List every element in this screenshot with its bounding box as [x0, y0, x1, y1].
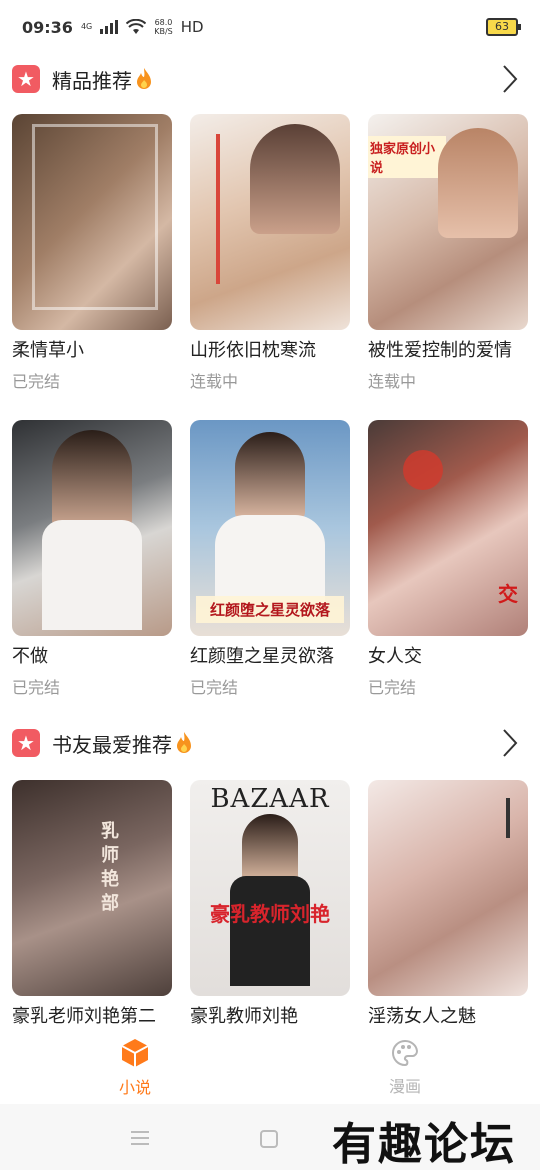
cover-text: 豪乳教师刘艳	[210, 902, 330, 926]
book-status: 已完结	[190, 678, 239, 697]
chevron-right-icon[interactable]	[500, 64, 520, 94]
section-header-featured: ★ 精品推荐	[0, 54, 540, 104]
book-cover[interactable]	[190, 114, 350, 330]
menu-icon[interactable]	[130, 1130, 150, 1146]
novel-cube-icon	[121, 1039, 149, 1067]
battery-icon: 63	[486, 18, 521, 36]
home-icon[interactable]	[260, 1130, 278, 1148]
book-cover[interactable]: 交	[368, 420, 528, 636]
cover-text: 乳师艳部	[101, 821, 119, 914]
net-speed-value: 68.0	[154, 18, 173, 27]
book-card[interactable]: 淫荡女人之魅	[368, 780, 528, 1028]
section-header-favorites: ★ 书友最爱推荐	[0, 718, 540, 768]
nav-label: 漫画	[388, 1077, 421, 1096]
book-title: 女人交	[368, 646, 422, 667]
book-card[interactable]: 红颜堕之星灵欲落 红颜堕之星灵欲落 已完结	[190, 420, 350, 698]
book-title: 不做	[12, 646, 48, 667]
book-cover[interactable]	[12, 420, 172, 636]
book-cover[interactable]: BAZAAR 豪乳教师刘艳	[190, 780, 350, 996]
book-title: 淫荡女人之魅	[368, 1006, 476, 1027]
signal-icon	[100, 20, 119, 34]
book-status: 已完结	[12, 678, 61, 697]
book-card[interactable]: 不做 已完结	[12, 420, 172, 698]
book-status: 连载中	[190, 372, 239, 391]
star-icon: ★	[12, 65, 40, 93]
book-cover[interactable]	[12, 114, 172, 330]
cover-text: 红颜堕之星灵欲落	[196, 596, 344, 623]
network-type: 4G	[80, 22, 93, 31]
fire-icon	[137, 68, 151, 89]
wifi-icon	[126, 19, 147, 34]
status-bar: 09:36 4G 68.0 KB/S HD 63	[0, 0, 540, 54]
comic-palette-icon	[392, 1039, 418, 1067]
hd-indicator: HD	[180, 18, 204, 36]
net-speed: 68.0 KB/S	[154, 18, 173, 36]
book-title: 红颜堕之星灵欲落	[190, 646, 334, 667]
book-card[interactable]: 山形依旧枕寒流 连载中	[190, 114, 350, 392]
book-status: 已完结	[12, 372, 61, 391]
bottom-nav: 小说 漫画	[0, 1032, 540, 1104]
book-card[interactable]: 交 女人交 已完结	[368, 420, 528, 698]
net-speed-unit: KB/S	[154, 27, 173, 36]
cover-subtext: BAZAAR	[210, 784, 330, 814]
book-title: 柔情草小	[12, 340, 84, 361]
book-card[interactable]: 乳师艳部 豪乳老师刘艳第二	[12, 780, 172, 1028]
status-left: 09:36 4G 68.0 KB/S HD	[22, 18, 204, 37]
nav-item-comic[interactable]: 漫画	[345, 1039, 465, 1097]
book-title: 豪乳老师刘艳第二	[12, 1006, 156, 1027]
cover-text: 独家原创小说	[368, 136, 446, 178]
nav-item-novel[interactable]: 小说	[75, 1038, 195, 1098]
book-status: 已完结	[368, 678, 417, 697]
nav-label: 小说	[118, 1078, 151, 1097]
book-cover[interactable]: 独家原创小说	[368, 114, 528, 330]
chevron-right-icon[interactable]	[500, 728, 520, 758]
section-title: 书友最爱推荐	[52, 732, 172, 757]
book-card[interactable]: BAZAAR 豪乳教师刘艳 豪乳教师刘艳	[190, 780, 350, 1028]
battery-level: 63	[495, 20, 509, 33]
watermark: 有趣论坛	[332, 1119, 516, 1170]
book-card[interactable]: 柔情草小 已完结	[12, 114, 172, 392]
book-title: 被性爱控制的爱情	[368, 340, 512, 361]
book-status: 连载中	[368, 372, 417, 391]
cover-text: 交	[498, 582, 518, 606]
book-title: 豪乳教师刘艳	[190, 1006, 298, 1027]
book-title: 山形依旧枕寒流	[190, 340, 316, 361]
section-title: 精品推荐	[52, 68, 132, 93]
book-cover[interactable]: 红颜堕之星灵欲落	[190, 420, 350, 636]
star-icon: ★	[12, 729, 40, 757]
book-cover[interactable]: 乳师艳部	[12, 780, 172, 996]
fire-icon	[177, 732, 191, 753]
book-card[interactable]: 独家原创小说 被性爱控制的爱情 连载中	[368, 114, 528, 392]
book-cover[interactable]	[368, 780, 528, 996]
status-time: 09:36	[22, 17, 73, 37]
